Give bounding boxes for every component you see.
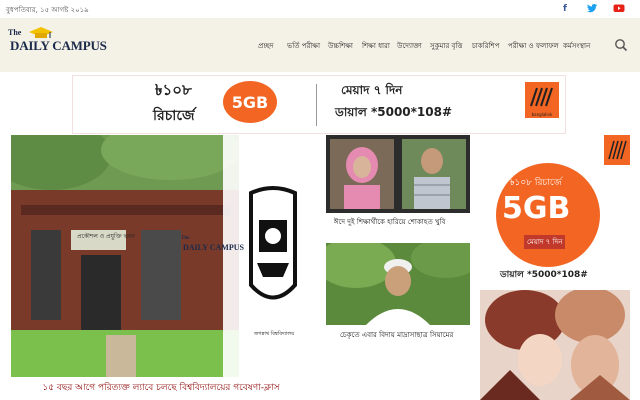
- banner-ad[interactable]: ৳১০৮ রিচার্জে 5GB মেয়াদ ৭ দিন ডায়াল *5…: [72, 75, 566, 134]
- banner-price: ৳১০৮: [155, 81, 192, 99]
- logo-the: The: [8, 28, 22, 37]
- nav-item-education[interactable]: শিক্ষা ধারা: [362, 40, 390, 52]
- top-bar: বুধপতিবার, ১৫ আগষ্ট ২০১৯ f: [0, 0, 640, 19]
- side-art-image[interactable]: [480, 290, 630, 400]
- banner-data: 5GB: [231, 93, 269, 112]
- site-logo[interactable]: The DAILY CAMPUS: [8, 27, 108, 60]
- facebook-icon[interactable]: f: [558, 2, 572, 16]
- side-ad-price: ৳১০৮ রিচার্জে: [510, 178, 562, 188]
- watermark-name: DAILY CAMPUS: [183, 243, 244, 252]
- banglalink-logo: banglalink: [525, 82, 559, 118]
- story-caption: চেকৃতে এবার বিদায় মাদ্রাসাছাত্র সিয়ামে…: [340, 331, 454, 339]
- search-icon[interactable]: [614, 38, 628, 52]
- side-ad[interactable]: ৳১০৮ রিচার্জে 5GB মেয়াদ ৭ দিন ডায়াল *5…: [480, 135, 630, 285]
- story-image: [326, 135, 470, 213]
- nav-item-home[interactable]: প্রচ্ছদ: [258, 40, 274, 52]
- side-ad-dial: ডায়াল *5000*108#: [500, 270, 588, 280]
- nav-item-entrepreneur[interactable]: উদ্যোক্তা: [397, 40, 422, 52]
- twitter-icon[interactable]: [585, 2, 599, 16]
- nav-item-higher-study[interactable]: উচ্চশিক্ষা: [328, 40, 353, 52]
- lead-story-image[interactable]: প্রকৌশল ও প্রযুক্তি ভবন The DAILY CAMPUS…: [11, 135, 311, 377]
- banner-dial: ডায়াল *5000*108#: [335, 105, 453, 119]
- emblem-text: জগন্নাথ বিশ্ববিদ্যালয়: [253, 331, 295, 337]
- banner-recharge: রিচার্জে: [153, 108, 195, 124]
- banner-validity: মেয়াদ ৭ দিন: [341, 83, 403, 97]
- story-card[interactable]: চেকৃতে এবার বিদায় মাদ্রাসাছাত্র সিয়ামে…: [316, 238, 481, 353]
- story-card[interactable]: ঈদে দুই শিক্ষার্থীকে হারিয়ে শোকাহত খুবি: [326, 135, 470, 230]
- lead-story-headline[interactable]: ১৫ বছর আগে পরিত্যক্ত ল্যাবে চলছে বিশ্ববি…: [11, 380, 311, 395]
- nav-item-admission[interactable]: ভর্তি পরীক্ষা: [287, 40, 320, 52]
- watermark-logo: The DAILY CAMPUS: [179, 236, 244, 258]
- nav-item-employment[interactable]: কর্মসংস্থান: [563, 40, 590, 52]
- banner-data-badge: 5GB: [223, 81, 277, 123]
- banglalink-tag: banglalink: [531, 112, 553, 117]
- side-ad-validity: মেয়াদ ৭ দিন: [524, 235, 566, 249]
- current-date: বুধপতিবার, ১৫ আগষ্ট ২০১৯: [6, 6, 89, 14]
- side-ad-data: 5GB: [502, 191, 571, 226]
- nav-item-jobs[interactable]: চাকরিশিপ: [472, 40, 499, 52]
- nav-item-exam-results[interactable]: পরীক্ষা ও ফলাফল: [508, 40, 559, 52]
- youtube-icon[interactable]: [612, 2, 626, 16]
- watermark-the: The: [181, 236, 190, 241]
- banner-divider: [316, 84, 317, 126]
- nav-item-arts[interactable]: সুকুমার বৃত্তি: [430, 40, 462, 52]
- logo-name: DAILY CAMPUS: [10, 38, 107, 53]
- story-caption: ঈদে দুই শিক্ষার্থীকে হারিয়ে শোকাহত খুবি: [334, 218, 446, 226]
- story-image: [316, 238, 481, 325]
- building-sign: প্রকৌশল ও প্রযুক্তি ভবন: [77, 233, 135, 240]
